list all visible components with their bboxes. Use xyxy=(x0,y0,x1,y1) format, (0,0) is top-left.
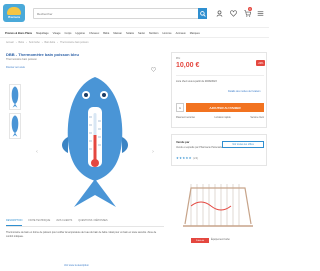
main-nav: Promos & Bons Plans Maquillage Visage Co… xyxy=(0,30,269,38)
nav-item[interactable]: Maman xyxy=(113,32,122,35)
nav-item[interactable]: Promos & Bons Plans xyxy=(5,32,32,35)
breadcrumb: Accueil › Bébé › Soin bébé › Bain bébé › The… xyxy=(6,41,89,44)
search-button[interactable] xyxy=(198,8,207,19)
rating-stars: ★★★★★ xyxy=(176,156,192,160)
breadcrumb-item[interactable]: Accueil xyxy=(6,41,14,44)
breadcrumb-item[interactable]: Bébé xyxy=(19,41,25,44)
site-logo[interactable]: Pharmacie xyxy=(3,4,25,22)
reassurance-item: Paiement sécurisé xyxy=(176,117,195,119)
seller-box: Vendu par Vendu et expédié par Pharmacie… xyxy=(171,134,267,166)
thumbnail[interactable] xyxy=(9,84,21,110)
price-label: Prix xyxy=(176,57,181,60)
nav-item[interactable]: Cheveux xyxy=(89,32,99,35)
quantity-selector[interactable]: 1 xyxy=(176,103,184,112)
breadcrumb-current: Thermomètre bain poisson xyxy=(60,41,89,44)
wishlist-heart-icon[interactable] xyxy=(150,66,156,72)
discount-badge: -20% xyxy=(256,60,265,66)
account-icon[interactable] xyxy=(215,9,223,17)
reassurance-links: Paiement sécurisé Livraison rapide Servi… xyxy=(176,117,264,119)
rating-count: (24) xyxy=(192,157,199,160)
logo-mark xyxy=(7,7,21,15)
fish-thermometer-thumbnail xyxy=(11,86,19,108)
see-more-description-link[interactable]: Voir toute la description xyxy=(64,264,89,267)
nav-item[interactable]: Maquillage xyxy=(36,32,49,35)
tab-questions[interactable]: QUESTIONS / RÉPONSES xyxy=(78,219,107,226)
fish-thermometer-thumbnail xyxy=(11,115,19,137)
see-offers-button[interactable]: Voir toutes les offres xyxy=(222,141,264,148)
nav-item[interactable]: Bébé xyxy=(103,32,109,35)
breadcrumb-separator: › xyxy=(15,41,17,44)
ad-brand-label: Publicité xyxy=(191,238,209,243)
site-header: Pharmacie 0 xyxy=(0,0,269,28)
divider xyxy=(176,75,264,76)
product-tabs: DESCRIPTION FICHE TECHNIQUE AVIS CLIENTS… xyxy=(6,219,164,227)
product-title: DBB - Thermomètre bain poisson bleu xyxy=(6,52,79,57)
thumbnail[interactable] xyxy=(9,113,21,139)
ad-caption: Équipement bébé xyxy=(211,238,230,241)
nav-item[interactable]: Nutrition xyxy=(149,32,159,35)
product-price: 10,00 € xyxy=(176,62,200,69)
search-icon xyxy=(199,10,206,17)
heart-icon[interactable] xyxy=(229,9,237,17)
buy-box: Prix 10,00 € -20% Livré chez vous à part… xyxy=(171,52,267,128)
nav-item[interactable]: Animaux xyxy=(176,32,186,35)
breadcrumb-separator: › xyxy=(57,41,59,44)
menu-icon[interactable] xyxy=(256,9,264,17)
breadcrumb-separator: › xyxy=(26,41,27,44)
review-link[interactable]: Donner son avis xyxy=(6,66,25,69)
nav-item[interactable]: Corps xyxy=(65,32,72,35)
nav-item[interactable]: Solaire xyxy=(126,32,134,35)
logo-text: Pharmacie xyxy=(7,16,21,19)
sold-by-label: Vendu par xyxy=(176,140,190,144)
nav-item[interactable]: Hygiène xyxy=(75,32,85,35)
reassurance-item: Livraison rapide xyxy=(214,117,231,119)
thumbnail-list xyxy=(9,84,21,142)
add-to-cart-button[interactable]: AJOUTER AU PANIER xyxy=(186,103,264,112)
delivery-details-link[interactable]: Détails des modes de livraison xyxy=(228,90,260,93)
nav-item[interactable]: Santé xyxy=(138,32,145,35)
ad-product-image xyxy=(171,176,267,232)
product-subtitle: Thermomètre bain poisson xyxy=(6,58,37,61)
breadcrumb-item[interactable]: Bain bébé xyxy=(44,41,55,44)
breadcrumb-item[interactable]: Soin bébé xyxy=(29,41,40,44)
nav-item[interactable]: Visage xyxy=(53,32,61,35)
seller-rating-stars: ★★★★★ (24) xyxy=(176,156,198,160)
ad-banner[interactable]: Publicité Équipement bébé xyxy=(171,176,267,246)
cart-count-badge: 0 xyxy=(248,7,252,11)
fish-thermometer-image xyxy=(62,77,128,207)
nav-item[interactable]: Marques xyxy=(190,32,200,35)
search-input[interactable] xyxy=(34,9,184,18)
tab-reviews[interactable]: AVIS CLIENTS xyxy=(56,219,72,226)
search-box xyxy=(33,8,199,19)
reassurance-item: Service client xyxy=(250,117,264,119)
delivery-info: Livré chez vous à partir du 20/06/2023 xyxy=(176,80,217,83)
seller-info: Vendu et expédié par Pharmacie Partenair… xyxy=(176,146,223,149)
next-image-arrow[interactable]: › xyxy=(150,148,156,156)
nav-item[interactable]: Homme xyxy=(163,32,172,35)
product-image xyxy=(40,74,150,210)
tab-description[interactable]: DESCRIPTION xyxy=(6,219,23,226)
breadcrumb-separator: › xyxy=(41,41,43,44)
product-description: Thermomètre de bain en forme de poisson … xyxy=(6,231,157,238)
tab-technical-sheet[interactable]: FICHE TECHNIQUE xyxy=(28,219,50,226)
